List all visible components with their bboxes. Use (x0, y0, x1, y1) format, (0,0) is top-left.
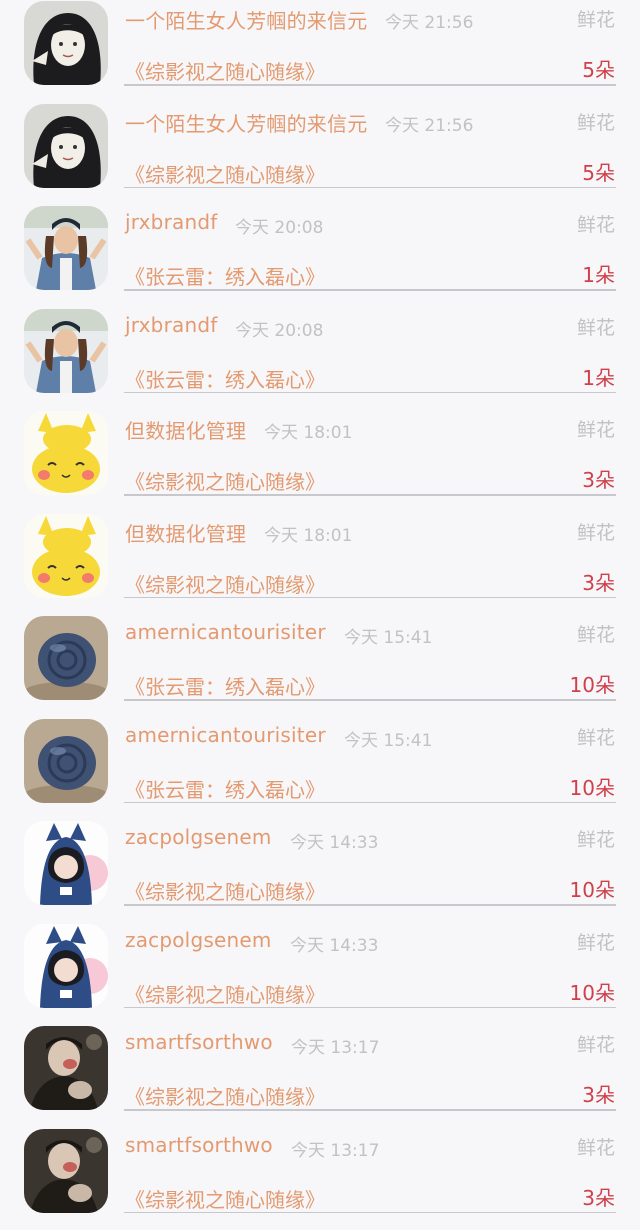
flower-count: 5朵 (582, 54, 615, 83)
sender-name[interactable]: zacpolgsenem (125, 928, 272, 952)
divider (124, 802, 616, 804)
list-item[interactable]: amernicantourisiter 今天 15:41 鲜花 《张云雷：绣入磊… (0, 615, 640, 718)
flower-count: 3朵 (582, 464, 615, 493)
flower-count: 1朵 (582, 362, 615, 391)
divider (124, 392, 616, 394)
flower-count: 10朵 (570, 874, 615, 903)
avatar[interactable] (24, 104, 108, 188)
gift-type-label: 鲜花 (577, 825, 615, 852)
list-item[interactable]: jrxbrandf 今天 20:08 鲜花 《张云雷：绣入磊心》 1朵 (0, 308, 640, 411)
divider (124, 289, 616, 291)
book-title-link[interactable]: 《张云雷：绣入磊心》 (125, 364, 325, 393)
gift-time: 今天 21:56 (385, 111, 473, 136)
sender-name[interactable]: jrxbrandf (125, 210, 217, 234)
list-item[interactable]: amernicantourisiter 今天 15:41 鲜花 《张云雷：绣入磊… (0, 718, 640, 821)
list-item[interactable]: 但数据化管理 今天 18:01 鲜花 《综影视之随心随缘》 3朵 (0, 410, 640, 513)
gift-type-label: 鲜花 (577, 1030, 615, 1057)
book-title-link[interactable]: 《综影视之随心随缘》 (125, 56, 325, 85)
avatar[interactable] (24, 1, 108, 85)
sender-name[interactable]: 一个陌生女人芳帼的来信元 (125, 5, 367, 34)
sender-name[interactable]: 但数据化管理 (125, 518, 246, 547)
flower-count: 3朵 (582, 567, 615, 596)
avatar[interactable] (24, 719, 108, 803)
divider (124, 1212, 616, 1214)
gift-time: 今天 15:41 (344, 726, 432, 751)
avatar[interactable] (24, 924, 108, 1008)
flower-count: 5朵 (582, 157, 615, 186)
gift-time: 今天 13:17 (291, 1136, 379, 1161)
book-title-link[interactable]: 《综影视之随心随缘》 (125, 1184, 325, 1213)
gift-time: 今天 21:56 (385, 8, 473, 33)
sender-name[interactable]: 但数据化管理 (125, 415, 246, 444)
gift-type-label: 鲜花 (577, 518, 615, 545)
book-title-link[interactable]: 《张云雷：绣入磊心》 (125, 261, 325, 290)
gift-type-label: 鲜花 (577, 723, 615, 750)
flower-count: 3朵 (582, 1182, 615, 1211)
divider (124, 1007, 616, 1009)
gift-time: 今天 15:41 (344, 623, 432, 648)
gift-time: 今天 18:01 (264, 418, 352, 443)
divider (124, 904, 616, 906)
flower-count: 10朵 (570, 772, 615, 801)
list-item[interactable]: smartfsorthwo 今天 13:17 鲜花 《综影视之随心随缘》 3朵 (0, 1128, 640, 1230)
avatar[interactable] (24, 1026, 108, 1110)
gift-time: 今天 20:08 (235, 316, 323, 341)
book-title-link[interactable]: 《综影视之随心随缘》 (125, 159, 325, 188)
gift-time: 今天 14:33 (290, 931, 378, 956)
gift-type-label: 鲜花 (577, 415, 615, 442)
avatar[interactable] (24, 411, 108, 495)
book-title-link[interactable]: 《张云雷：绣入磊心》 (125, 671, 325, 700)
flower-gift-list: 一个陌生女人芳帼的来信元 今天 21:56 鲜花 《综影视之随心随缘》 5朵 一… (0, 0, 640, 1230)
gift-type-label: 鲜花 (577, 1133, 615, 1160)
book-title-link[interactable]: 《综影视之随心随缘》 (125, 466, 325, 495)
gift-type-label: 鲜花 (577, 928, 615, 955)
book-title-link[interactable]: 《综影视之随心随缘》 (125, 979, 325, 1008)
gift-type-label: 鲜花 (577, 5, 615, 32)
list-item[interactable]: zacpolgsenem 今天 14:33 鲜花 《综影视之随心随缘》 10朵 (0, 820, 640, 923)
flower-count: 10朵 (570, 669, 615, 698)
sender-name[interactable]: smartfsorthwo (125, 1133, 273, 1157)
gift-type-label: 鲜花 (577, 313, 615, 340)
divider (124, 597, 616, 599)
divider (124, 187, 616, 189)
sender-name[interactable]: jrxbrandf (125, 313, 217, 337)
list-item[interactable]: 一个陌生女人芳帼的来信元 今天 21:56 鲜花 《综影视之随心随缘》 5朵 (0, 0, 640, 103)
avatar[interactable] (24, 309, 108, 393)
sender-name[interactable]: amernicantourisiter (125, 620, 326, 644)
gift-type-label: 鲜花 (577, 210, 615, 237)
list-item[interactable]: jrxbrandf 今天 20:08 鲜花 《张云雷：绣入磊心》 1朵 (0, 205, 640, 308)
flower-count: 10朵 (570, 977, 615, 1006)
book-title-link[interactable]: 《综影视之随心随缘》 (125, 569, 325, 598)
gift-time: 今天 14:33 (290, 828, 378, 853)
book-title-link[interactable]: 《综影视之随心随缘》 (125, 876, 325, 905)
gift-type-label: 鲜花 (577, 620, 615, 647)
divider (124, 494, 616, 496)
sender-name[interactable]: 一个陌生女人芳帼的来信元 (125, 108, 367, 137)
avatar[interactable] (24, 821, 108, 905)
avatar[interactable] (24, 1129, 108, 1213)
sender-name[interactable]: smartfsorthwo (125, 1030, 273, 1054)
gift-type-label: 鲜花 (577, 108, 615, 135)
sender-name[interactable]: zacpolgsenem (125, 825, 272, 849)
avatar[interactable] (24, 206, 108, 290)
list-item[interactable]: 但数据化管理 今天 18:01 鲜花 《综影视之随心随缘》 3朵 (0, 513, 640, 616)
gift-time: 今天 18:01 (264, 521, 352, 546)
divider (124, 84, 616, 86)
flower-count: 3朵 (582, 1079, 615, 1108)
book-title-link[interactable]: 《综影视之随心随缘》 (125, 1081, 325, 1110)
divider (124, 699, 616, 701)
list-item[interactable]: smartfsorthwo 今天 13:17 鲜花 《综影视之随心随缘》 3朵 (0, 1025, 640, 1128)
avatar[interactable] (24, 616, 108, 700)
sender-name[interactable]: amernicantourisiter (125, 723, 326, 747)
book-title-link[interactable]: 《张云雷：绣入磊心》 (125, 774, 325, 803)
list-item[interactable]: zacpolgsenem 今天 14:33 鲜花 《综影视之随心随缘》 10朵 (0, 923, 640, 1026)
list-item[interactable]: 一个陌生女人芳帼的来信元 今天 21:56 鲜花 《综影视之随心随缘》 5朵 (0, 103, 640, 206)
gift-time: 今天 20:08 (235, 213, 323, 238)
avatar[interactable] (24, 514, 108, 598)
divider (124, 1109, 616, 1111)
gift-time: 今天 13:17 (291, 1033, 379, 1058)
flower-count: 1朵 (582, 259, 615, 288)
